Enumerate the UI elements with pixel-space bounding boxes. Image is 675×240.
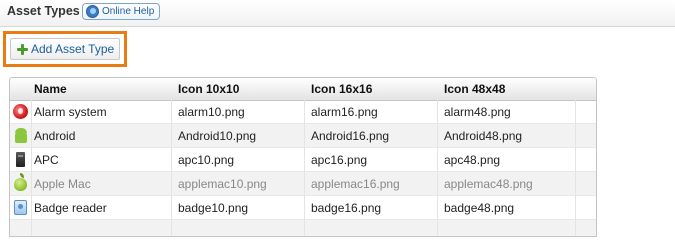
online-help-button[interactable]: Online Help xyxy=(82,3,161,20)
add-asset-type-button[interactable]: Add Asset Type xyxy=(10,38,120,60)
cell-icon48: alarm48.png xyxy=(444,105,511,119)
cell-icon10: applemac10.png xyxy=(178,177,267,191)
cell-icon10: apc10.png xyxy=(178,153,235,167)
table-row[interactable]: APC apc10.png apc16.png apc48.png xyxy=(10,148,596,172)
add-asset-type-highlight: Add Asset Type xyxy=(3,31,127,67)
table-row[interactable]: Android Android10.png Android16.png Andr… xyxy=(10,124,596,148)
table-row[interactable] xyxy=(10,220,596,236)
column-divider xyxy=(304,100,305,236)
column-divider xyxy=(575,100,576,236)
cell-icon48: applemac48.png xyxy=(444,177,533,191)
cell-icon16: apc16.png xyxy=(311,153,368,167)
apple-icon xyxy=(14,173,27,191)
cell-name: Alarm system xyxy=(34,105,107,119)
column-header-icon16[interactable]: Icon 16x16 xyxy=(311,78,372,100)
apc-icon xyxy=(16,152,25,167)
column-header-icon10[interactable]: Icon 10x10 xyxy=(178,78,239,100)
table-row[interactable]: Badge reader badge10.png badge16.png bad… xyxy=(10,196,596,220)
cell-icon16: badge16.png xyxy=(311,201,382,215)
cell-icon48: apc48.png xyxy=(444,153,501,167)
column-divider xyxy=(31,100,32,236)
column-header-name[interactable]: Name xyxy=(34,78,67,100)
table-row[interactable]: Alarm system alarm10.png alarm16.png ala… xyxy=(10,100,596,124)
add-asset-type-label: Add Asset Type xyxy=(31,42,115,56)
column-divider xyxy=(171,100,172,236)
cell-icon16: Android16.png xyxy=(311,129,390,143)
page-title: Asset Types xyxy=(7,4,80,18)
cell-name: Android xyxy=(34,129,76,143)
column-divider xyxy=(437,100,438,236)
table-header: Name Icon 10x10 Icon 16x16 Icon 48x48 xyxy=(10,78,596,101)
plus-icon xyxy=(17,43,28,55)
cell-icon10: Android10.png xyxy=(178,129,257,143)
online-help-label: Online Help xyxy=(102,6,155,17)
cell-icon10: badge10.png xyxy=(178,201,249,215)
page-header: Asset Types Online Help xyxy=(0,0,675,27)
column-header-icon48[interactable]: Icon 48x48 xyxy=(444,78,505,100)
alarm-icon xyxy=(13,104,28,119)
cell-name: Apple Mac xyxy=(34,177,91,191)
asset-types-table: Name Icon 10x10 Icon 16x16 Icon 48x48 Al… xyxy=(9,77,597,237)
cell-icon16: applemac16.png xyxy=(311,177,400,191)
cell-icon48: badge48.png xyxy=(444,201,515,215)
android-icon xyxy=(15,128,27,143)
badge-reader-icon xyxy=(14,200,27,215)
cell-icon16: alarm16.png xyxy=(311,105,378,119)
cell-icon48: Android48.png xyxy=(444,129,523,143)
table-row[interactable]: Apple Mac applemac10.png applemac16.png … xyxy=(10,172,596,196)
help-globe-icon xyxy=(86,5,99,18)
cell-name: Badge reader xyxy=(34,201,107,215)
cell-name: APC xyxy=(34,153,59,167)
cell-icon10: alarm10.png xyxy=(178,105,245,119)
